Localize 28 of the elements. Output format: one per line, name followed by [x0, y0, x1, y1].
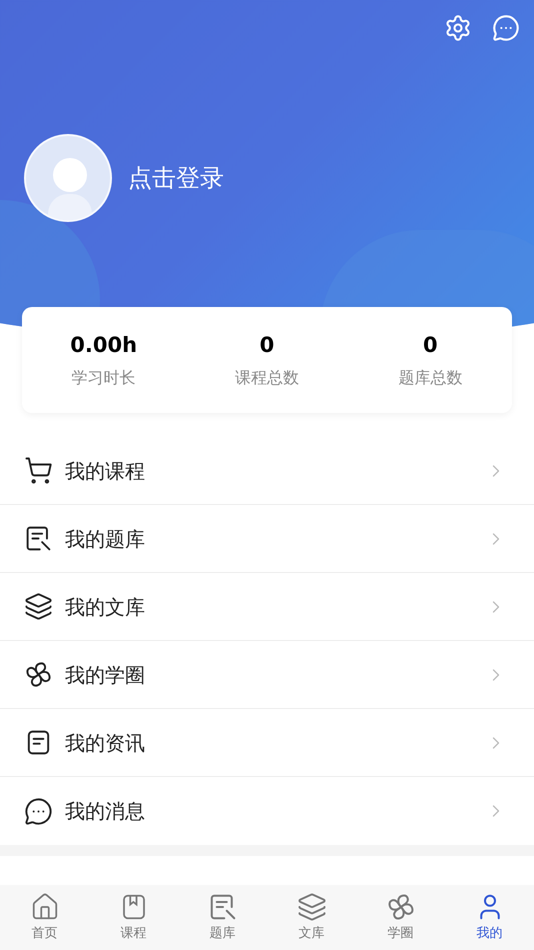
tab[interactable]: 学圈: [356, 885, 445, 950]
stat-value: 0: [423, 332, 438, 360]
stat-label: 课程总数: [234, 366, 299, 389]
stat-label: 题库总数: [398, 366, 462, 389]
login-link[interactable]: 点击登录: [128, 160, 224, 196]
menu-label: 我的学圈: [65, 662, 146, 688]
clover-icon: [24, 660, 53, 689]
clover-icon: [386, 892, 416, 922]
menu-label: 我的课程: [65, 458, 146, 484]
tab[interactable]: 文库: [267, 885, 356, 950]
chat-icon: [24, 796, 53, 826]
tab[interactable]: 我的: [445, 885, 534, 950]
menu-label: 我的资讯: [65, 730, 146, 756]
message-button[interactable]: [492, 14, 520, 42]
tab[interactable]: 首页: [0, 885, 89, 950]
cart-icon: [24, 456, 53, 485]
menu-label: 我的题库: [65, 526, 146, 552]
menu-label: 我的消息: [65, 798, 146, 825]
stat-value: 0.00h: [70, 332, 138, 360]
edit-document-icon: [24, 524, 53, 553]
menu-label: 我的文库: [65, 594, 146, 620]
layers-icon: [24, 592, 53, 621]
layers-icon: [296, 892, 326, 922]
settings-button[interactable]: [444, 14, 472, 42]
stat-value: 0: [260, 332, 274, 360]
tab[interactable]: 题库: [178, 885, 267, 950]
stat-label: 学习时长: [72, 366, 136, 389]
tab[interactable]: 课程: [89, 885, 178, 950]
